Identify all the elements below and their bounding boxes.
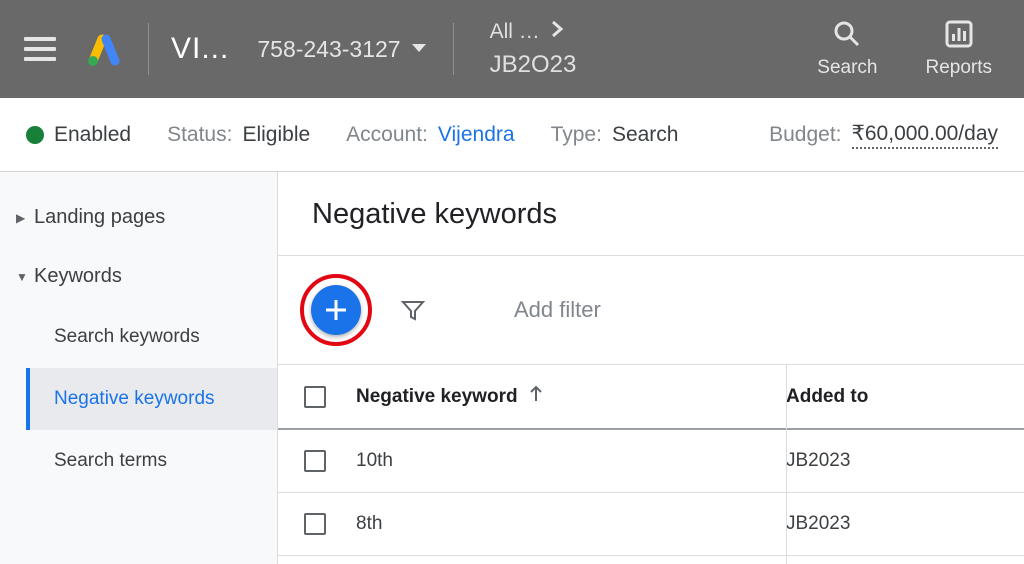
column-divider [786,365,787,564]
cell-added-to: JB2023 [786,450,998,472]
column-negative-keyword[interactable]: Negative keyword [356,386,518,408]
type-value: Search [612,123,679,147]
budget-value[interactable]: ₹60,000.00/day [852,121,998,149]
breadcrumb-campaign[interactable]: JB2O23 [490,51,818,79]
column-added-to[interactable]: Added to [786,386,998,408]
account-label: Account: [346,123,428,147]
select-all-checkbox[interactable] [304,386,326,408]
account-link[interactable]: Vijendra [438,123,515,147]
enabled-status-dot [26,126,44,144]
cell-keyword: 10th [356,450,786,472]
add-filter-button[interactable]: Add filter [514,297,601,323]
search-button[interactable]: Search [817,19,877,79]
content-area: ▶ Landing pages ▼ Keywords Search keywor… [0,172,1024,564]
header-divider [453,23,454,75]
table-row[interactable]: 8th JB2023 [278,493,1024,556]
status-value: Eligible [242,123,310,147]
breadcrumb-top-label: All … [490,20,540,44]
header-divider [148,23,149,75]
enabled-label: Enabled [54,123,131,147]
sidebar-item-label: Landing pages [34,206,165,229]
search-label: Search [817,57,877,79]
type-label: Type: [551,123,602,147]
sidebar: ▶ Landing pages ▼ Keywords Search keywor… [0,172,278,564]
status-label: Status: [167,123,232,147]
sidebar-item-search-keywords[interactable]: Search keywords [26,306,277,368]
sidebar-item-landing-pages[interactable]: ▶ Landing pages [0,188,277,247]
reports-icon [944,19,974,49]
account-dropdown-icon[interactable] [411,41,427,57]
row-checkbox[interactable] [304,450,326,472]
breadcrumb[interactable]: All … JB2O23 [490,19,818,79]
chevron-right-icon [550,19,564,45]
table-header: Negative keyword Added to [278,365,1024,430]
menu-button[interactable] [24,37,56,61]
sidebar-item-keywords[interactable]: ▼ Keywords [0,247,277,306]
cell-keyword: 8th [356,513,786,535]
budget-label: Budget: [769,123,841,147]
reports-button[interactable]: Reports [925,19,992,79]
row-checkbox[interactable] [304,513,326,535]
account-id[interactable]: 758-243-3127 [257,36,400,63]
chevron-right-icon: ▶ [16,211,28,225]
highlight-circle [300,274,372,346]
google-ads-logo[interactable] [84,29,124,69]
filter-icon[interactable] [400,297,426,323]
toolbar: Add filter [278,256,1024,365]
sidebar-item-label: Keywords [34,265,122,288]
app-header: VI... 758-243-3127 All … JB2O23 Search R… [0,0,1024,98]
table-row[interactable]: 10th JB2023 [278,430,1024,493]
chevron-down-icon: ▼ [16,270,28,284]
sort-ascending-icon[interactable] [528,385,544,408]
cell-added-to: JB2023 [786,513,998,535]
account-name[interactable]: VI... [171,32,229,66]
sidebar-item-negative-keywords[interactable]: Negative keywords [26,368,277,430]
main-panel: Negative keywords Add filter Negative ke… [278,172,1024,564]
status-bar: Enabled Status: Eligible Account: Vijend… [0,98,1024,172]
reports-label: Reports [925,57,992,79]
sidebar-item-search-terms[interactable]: Search terms [26,430,277,492]
search-icon [832,19,862,49]
page-title: Negative keywords [278,172,1024,256]
